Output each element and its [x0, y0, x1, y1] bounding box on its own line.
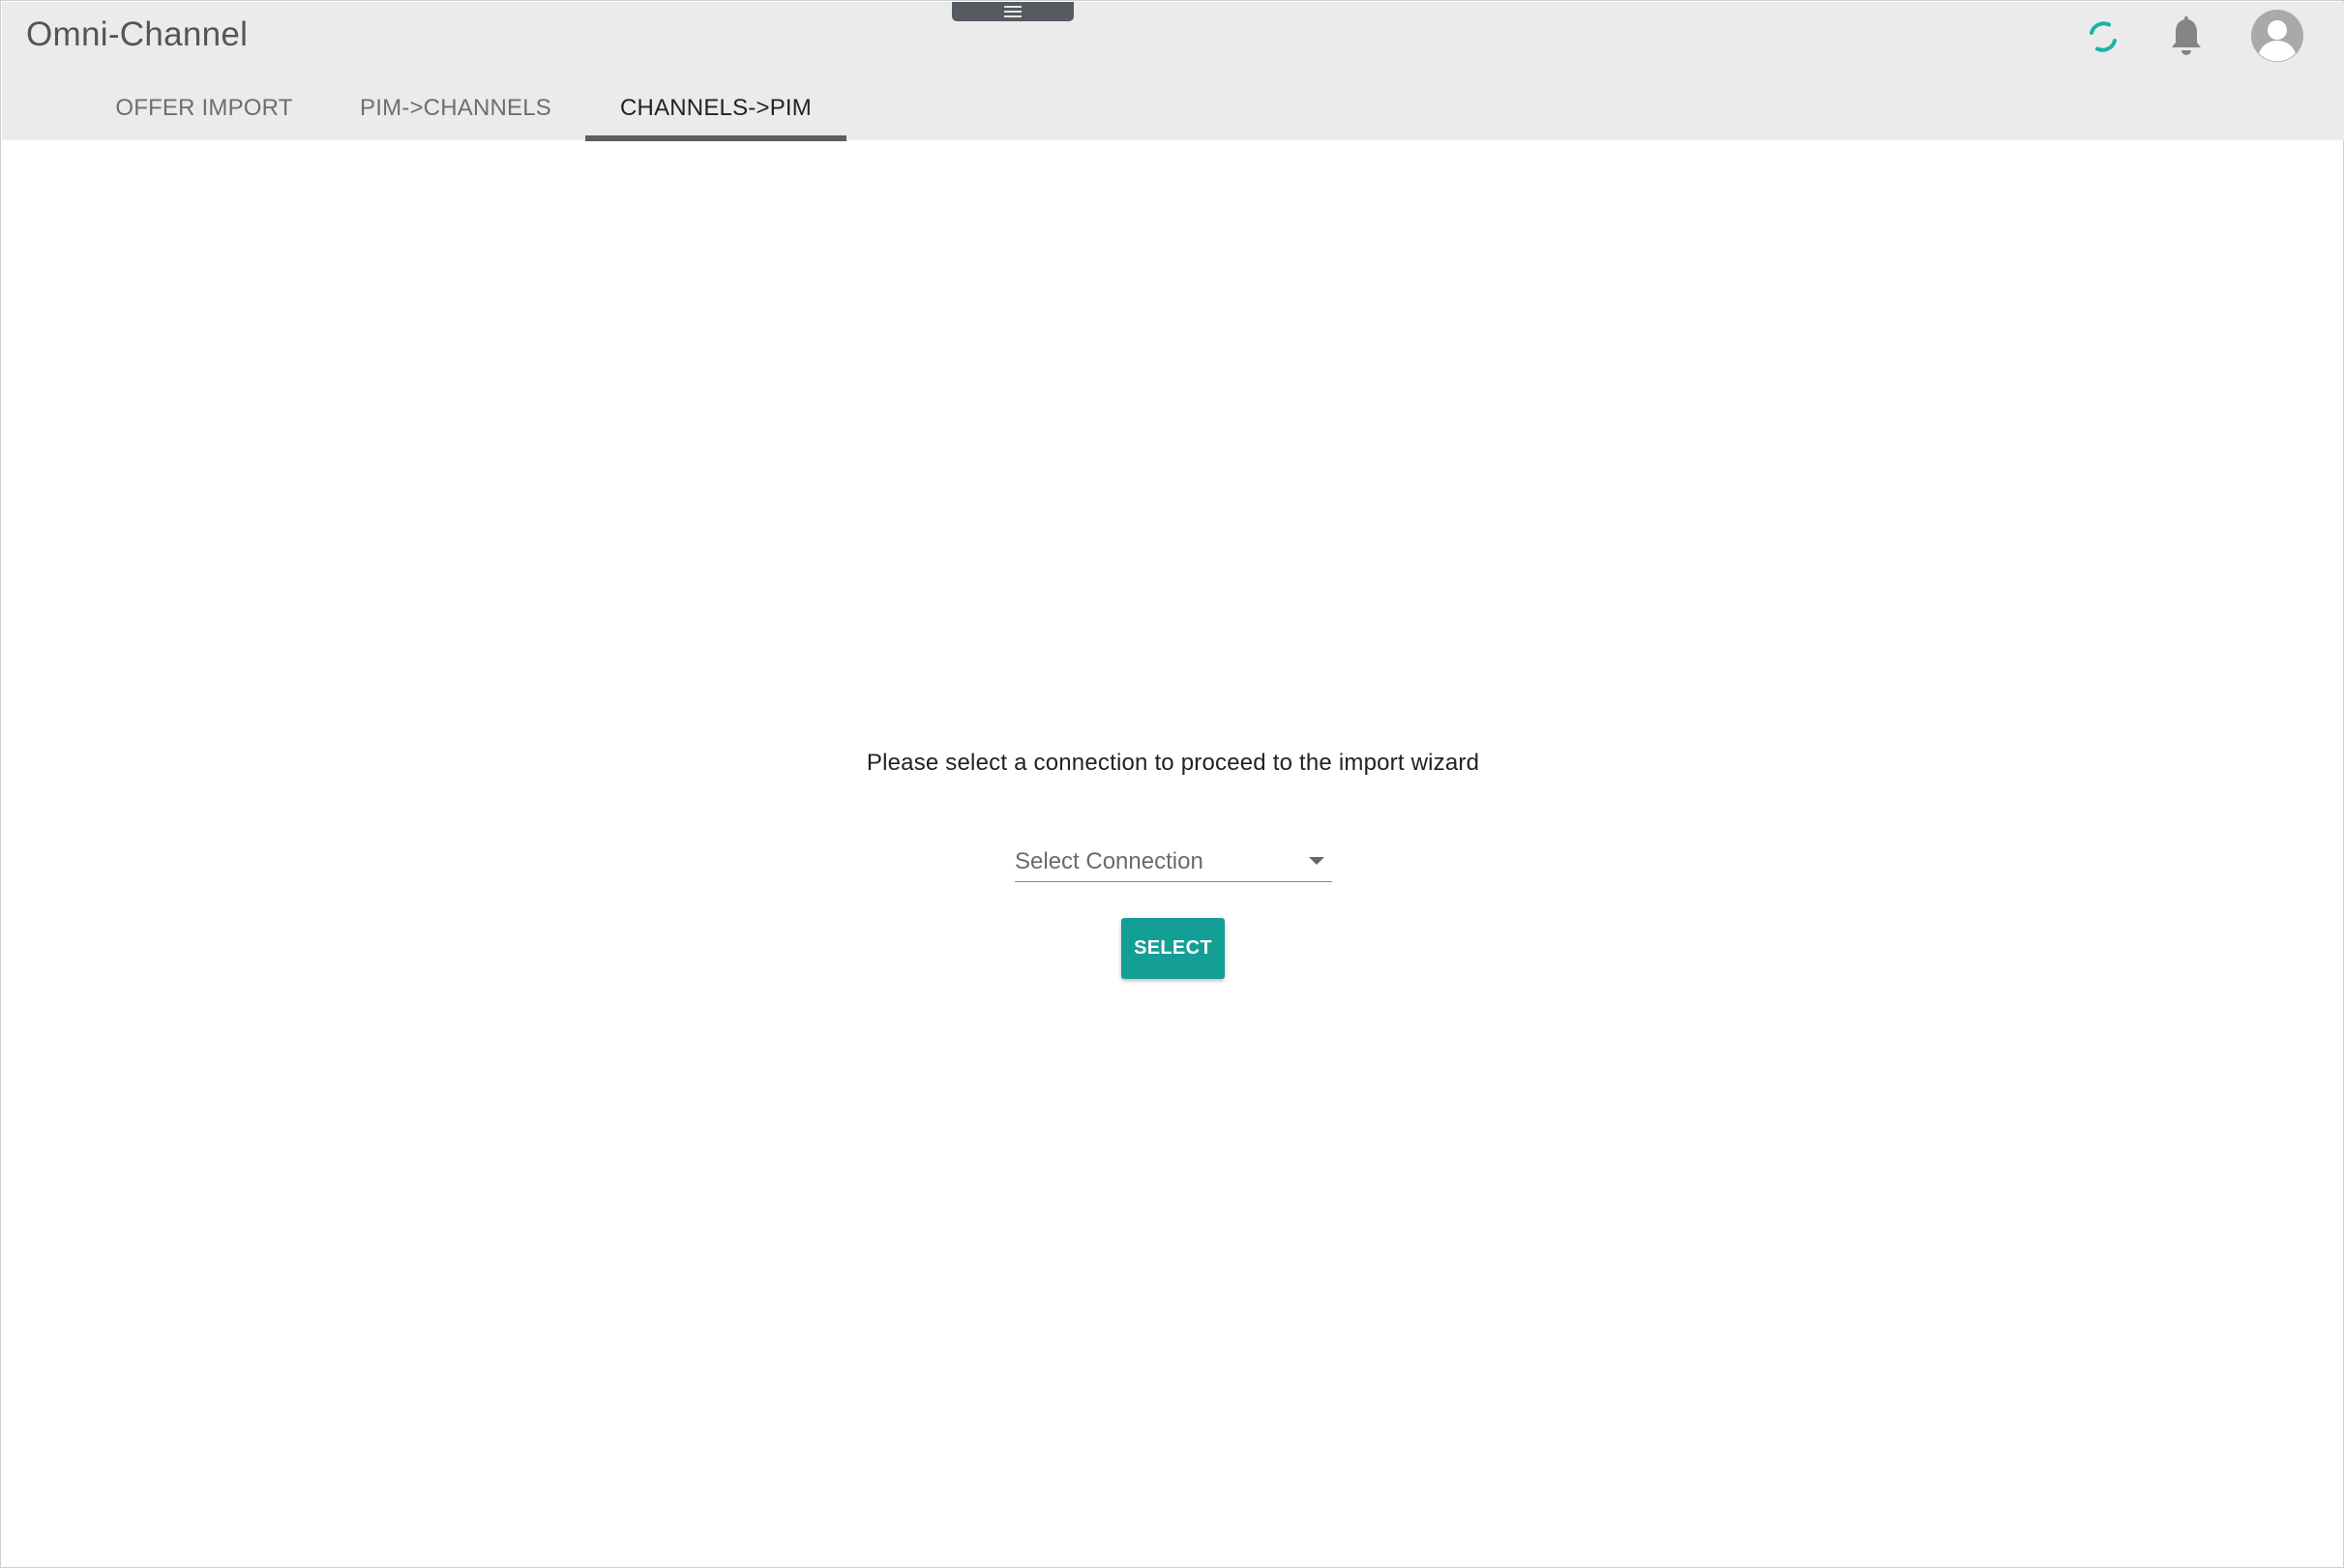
app-frame: Omni-Channel OFFER IMPORT PIM->CHANNELS … — [0, 0, 2344, 1568]
import-prompt: Please select a connection to proceed to… — [866, 750, 1480, 776]
connection-select-placeholder: Select Connection — [1015, 848, 1203, 874]
tab-bar: OFFER IMPORT PIM->CHANNELS CHANNELS->PIM — [2, 75, 969, 141]
user-avatar-button[interactable] — [2250, 9, 2304, 63]
active-tab-indicator — [585, 135, 846, 141]
bell-icon — [2172, 16, 2201, 55]
tab-offer-import[interactable]: OFFER IMPORT — [97, 75, 312, 141]
sync-spinner-icon — [2090, 21, 2117, 52]
tab-label: OFFER IMPORT — [115, 95, 293, 121]
select-button[interactable]: SELECT — [1121, 918, 1225, 979]
app-header: Omni-Channel OFFER IMPORT PIM->CHANNELS … — [2, 2, 2344, 141]
app-title: Omni-Channel — [26, 15, 249, 53]
sync-button[interactable] — [2082, 15, 2124, 58]
notifications-button[interactable] — [2165, 15, 2208, 59]
tab-label: PIM->CHANNELS — [360, 95, 551, 121]
hamburger-menu-icon — [1004, 6, 1022, 17]
tab-label: CHANNELS->PIM — [620, 95, 812, 121]
dropdown-arrow-icon — [1309, 857, 1324, 865]
tab-pim-to-channels[interactable]: PIM->CHANNELS — [335, 75, 577, 141]
menu-toggle-button[interactable] — [952, 2, 1074, 21]
connection-select[interactable]: Select Connection — [1015, 839, 1332, 882]
tab-channels-to-pim[interactable]: CHANNELS->PIM — [585, 75, 846, 141]
user-avatar-icon — [2251, 10, 2303, 62]
